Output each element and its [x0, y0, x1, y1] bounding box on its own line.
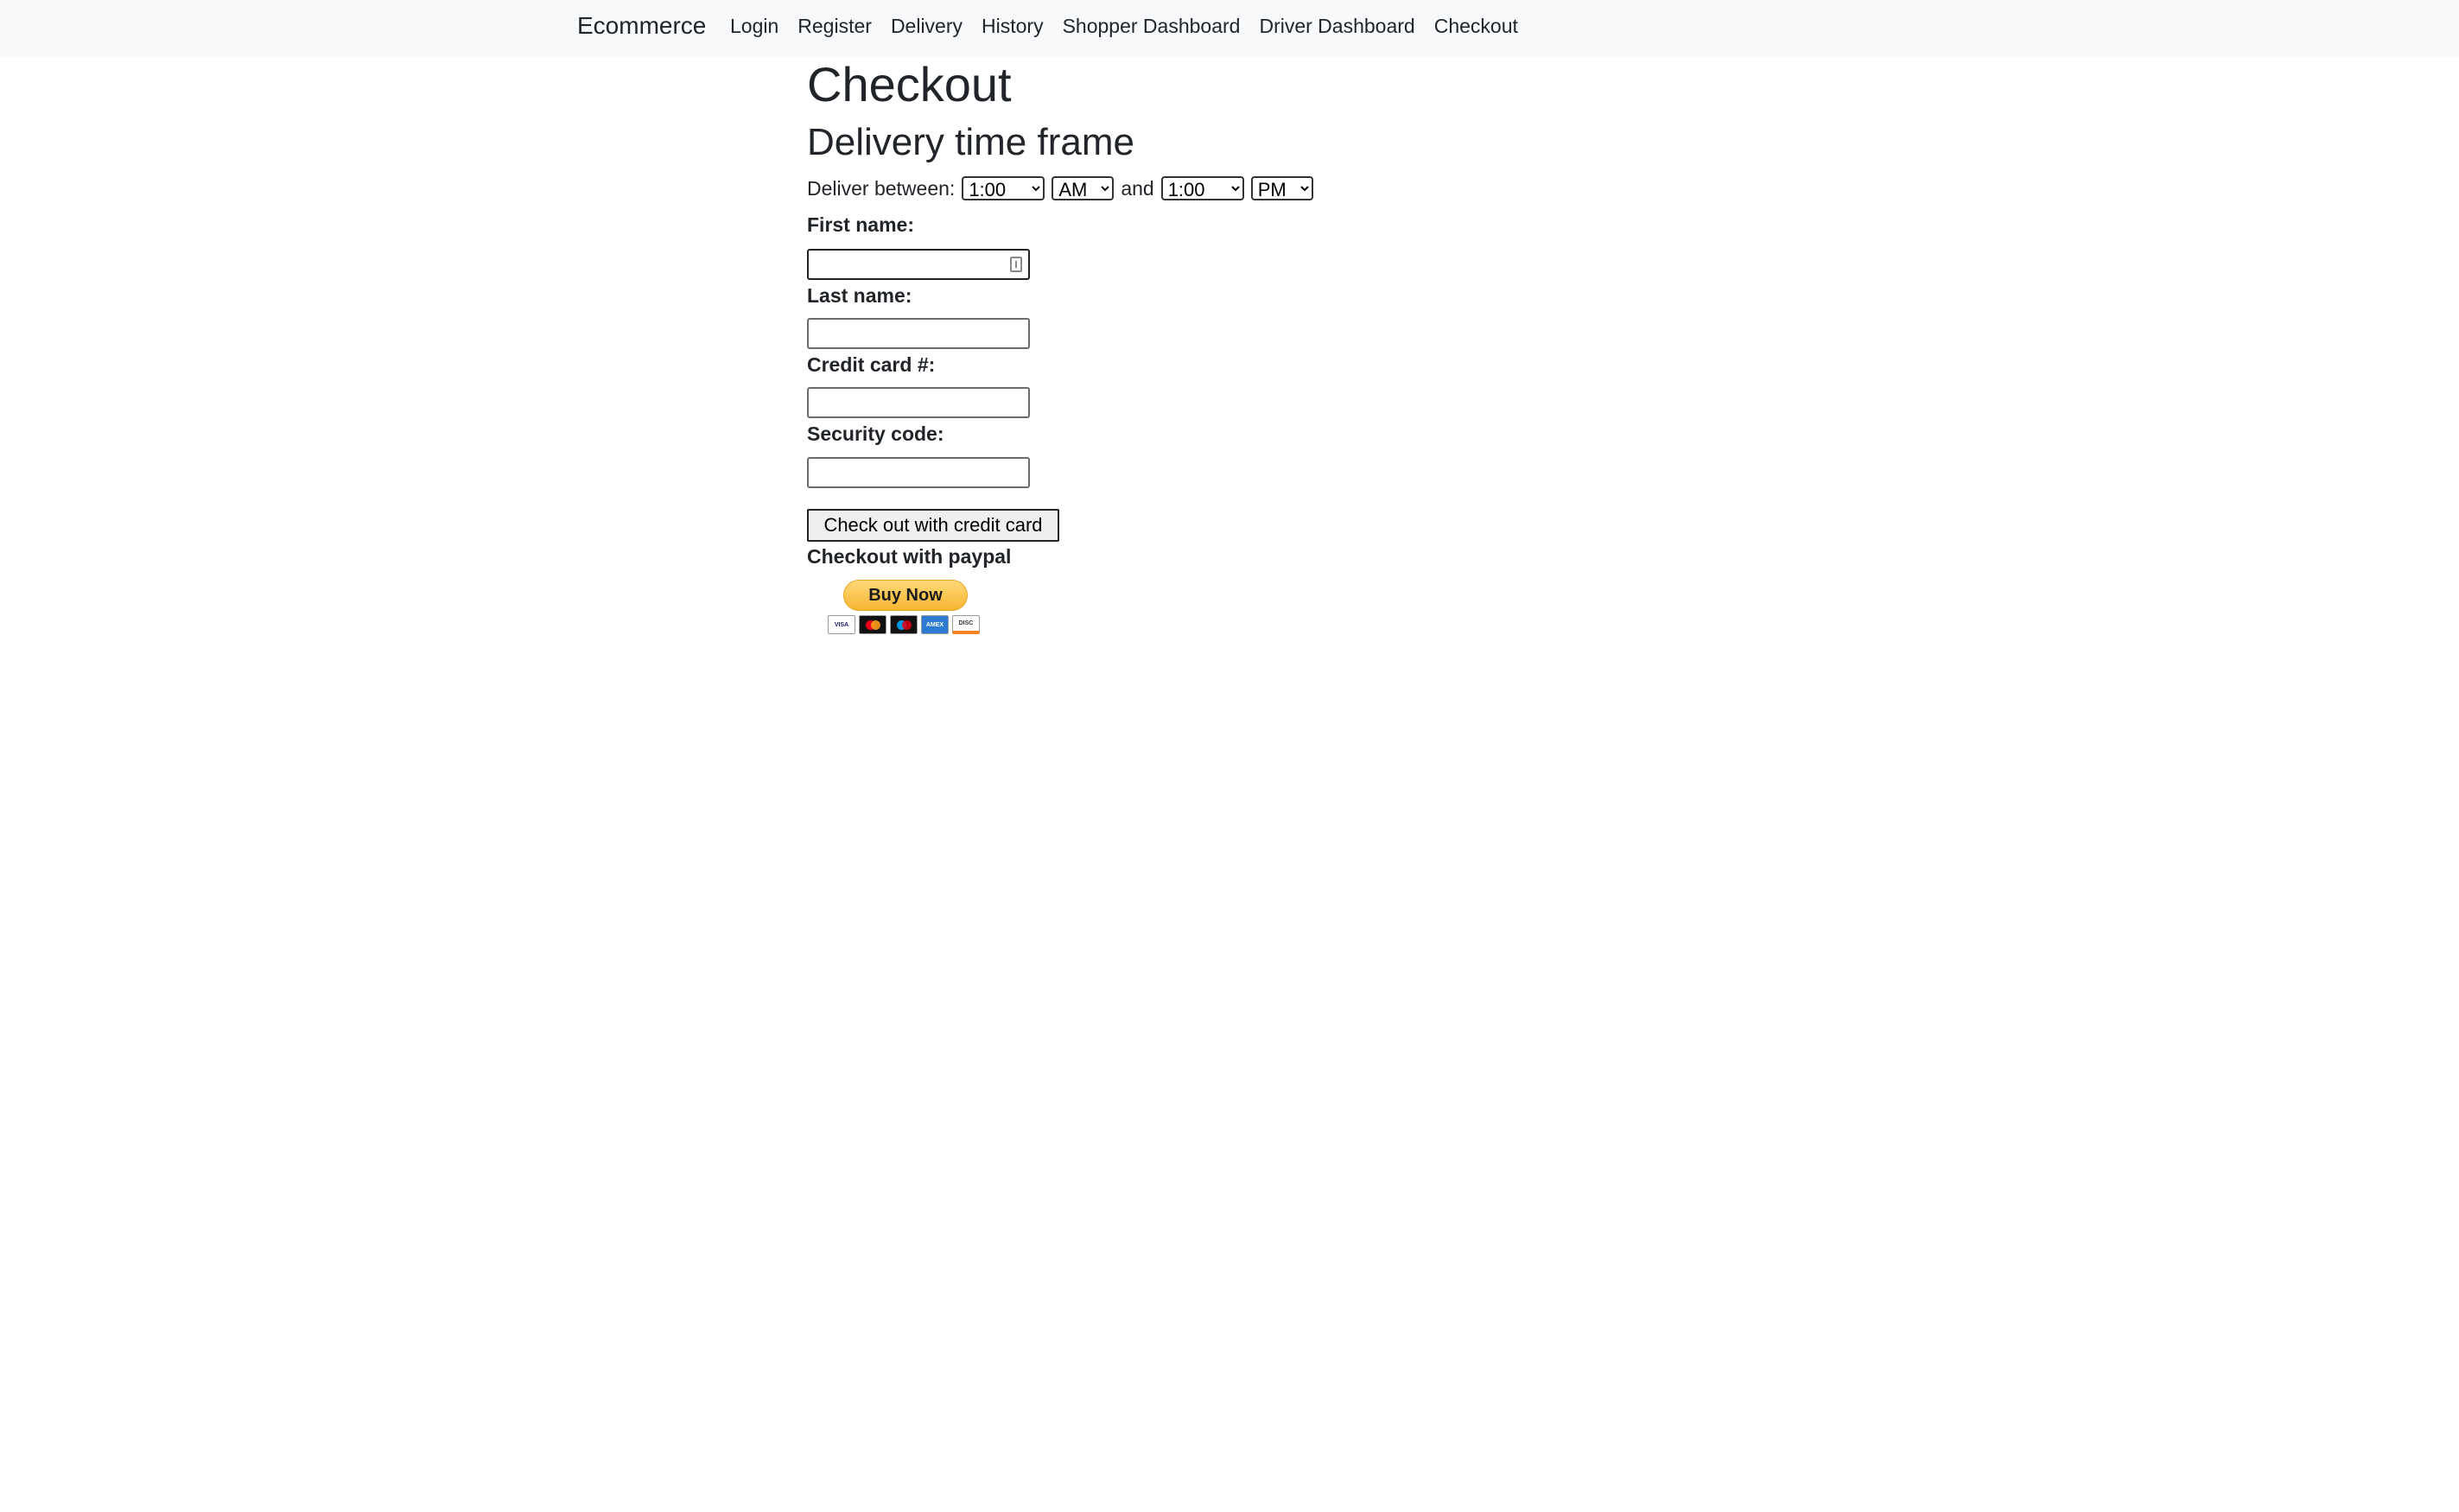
and-label: and [1121, 176, 1154, 200]
discover-icon: DISC [952, 615, 980, 634]
deliver-between-label: Deliver between: [807, 176, 956, 200]
from-time-select[interactable]: 1:00 [962, 176, 1045, 200]
first-name-label: First name: [807, 213, 914, 236]
mastercard-icon [859, 615, 886, 634]
paypal-heading: Checkout with paypal [807, 545, 1012, 568]
first-name-input[interactable] [807, 249, 1030, 280]
last-name-label: Last name: [807, 284, 912, 307]
section-heading-delivery: Delivery time frame [807, 121, 1134, 163]
navbar: Ecommerce Login Register Delivery Histor… [0, 0, 2459, 56]
delivery-time-row: Deliver between: 1:00 AM and 1:00 PM [807, 175, 1313, 202]
autofill-contact-icon[interactable] [1010, 257, 1022, 272]
security-code-input[interactable] [807, 457, 1030, 488]
brand-link[interactable]: Ecommerce [577, 10, 706, 41]
security-code-label: Security code: [807, 422, 944, 445]
credit-card-input[interactable] [807, 387, 1030, 418]
checkout-credit-card-button[interactable]: Check out with credit card [807, 509, 1059, 542]
nav-link-driver-dashboard[interactable]: Driver Dashboard [1259, 12, 1414, 40]
nav-links: Login Register Delivery History Shopper … [730, 12, 1518, 40]
to-time-select[interactable]: 1:00 [1160, 176, 1244, 200]
paypal-buy-now-button[interactable]: Buy Now [843, 580, 968, 611]
amex-icon: AMEX [921, 615, 949, 634]
nav-link-shopper-dashboard[interactable]: Shopper Dashboard [1063, 12, 1241, 40]
maestro-icon [890, 615, 918, 634]
credit-card-label: Credit card #: [807, 353, 936, 376]
last-name-input[interactable] [807, 318, 1030, 349]
nav-link-history[interactable]: History [982, 12, 1044, 40]
visa-icon: VISA [828, 615, 855, 634]
card-logos: VISA AMEX DISC [828, 615, 980, 634]
from-ampm-select[interactable]: AM [1052, 176, 1115, 200]
nav-link-register[interactable]: Register [797, 12, 872, 40]
page-title: Checkout [807, 57, 1012, 111]
nav-link-delivery[interactable]: Delivery [891, 12, 963, 40]
to-ampm-select[interactable]: PM [1250, 176, 1313, 200]
nav-link-login[interactable]: Login [730, 12, 778, 40]
nav-link-checkout[interactable]: Checkout [1434, 12, 1518, 40]
